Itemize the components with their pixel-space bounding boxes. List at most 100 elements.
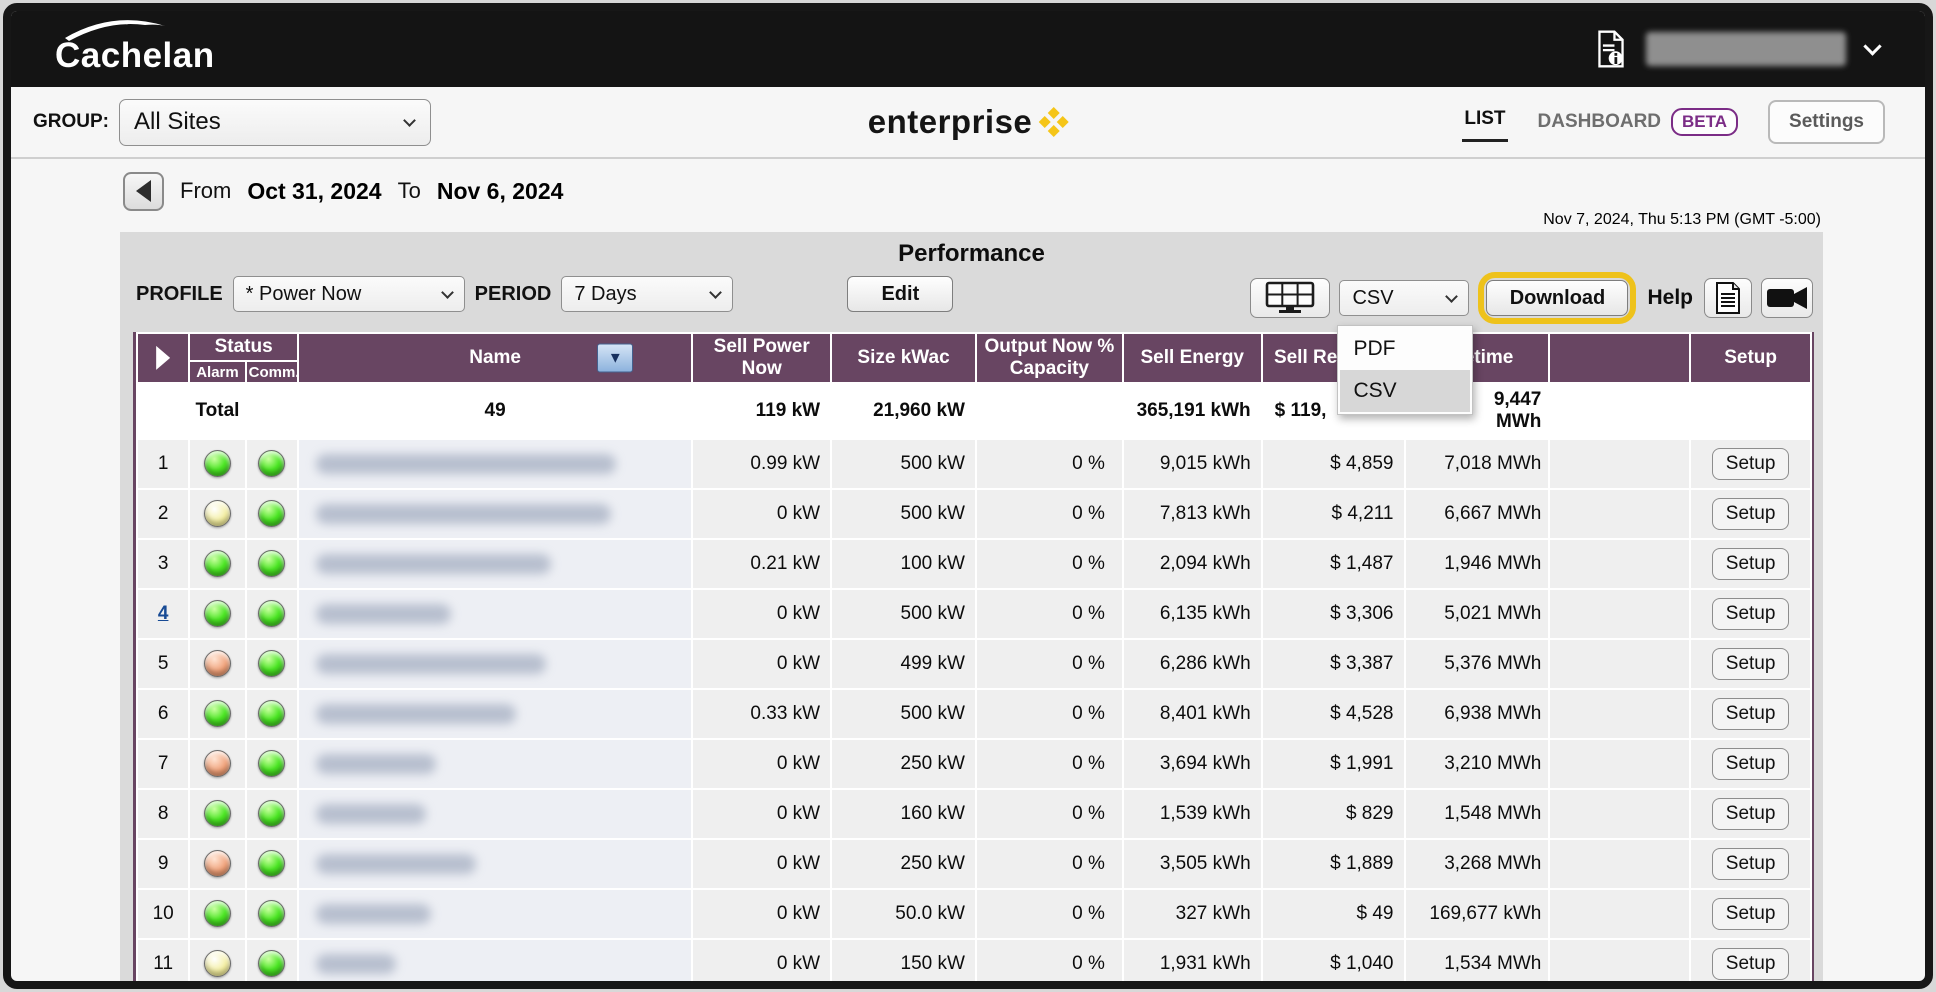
row-number: 8 <box>138 790 188 838</box>
topbar: Cachelan <box>11 11 1925 87</box>
size-cell: 100 kW <box>832 540 975 588</box>
setup-button[interactable]: Setup <box>1712 798 1790 830</box>
blank-cell <box>1550 490 1689 538</box>
size-cell: 50.0 kW <box>832 890 975 938</box>
setup-button[interactable]: Setup <box>1712 748 1790 780</box>
document-info-icon[interactable] <box>1596 30 1626 68</box>
format-select[interactable]: CSV <box>1339 280 1469 316</box>
site-name-cell[interactable] <box>299 840 691 888</box>
setup-button[interactable]: Setup <box>1712 948 1790 980</box>
setup-cell: Setup <box>1691 440 1810 488</box>
row-number: 2 <box>138 490 188 538</box>
row-number[interactable]: 4 <box>138 590 188 638</box>
format-option-csv[interactable]: CSV <box>1340 370 1470 412</box>
setup-cell: Setup <box>1691 640 1810 688</box>
sell-power-cell: 0 kW <box>693 490 830 538</box>
setup-button[interactable]: Setup <box>1712 498 1790 530</box>
table-view-button[interactable] <box>1250 278 1330 318</box>
table-row: 11 0 kW 150 kW 0 % 1,931 kWh $ 1,040 1,5… <box>138 940 1810 988</box>
name-header-label: Name <box>469 347 521 368</box>
account-name-blurred[interactable] <box>1646 32 1846 66</box>
chevron-down-icon <box>441 286 454 299</box>
lifetime-cell: 3,268 MWh <box>1406 840 1549 888</box>
setup-cell: Setup <box>1691 540 1810 588</box>
sell-energy-cell: 327 kWh <box>1124 890 1261 938</box>
to-label: To <box>398 178 421 204</box>
setup-cell: Setup <box>1691 790 1810 838</box>
site-name-cell[interactable] <box>299 590 691 638</box>
sell-revenue-cell: $ 3,387 <box>1263 640 1404 688</box>
setup-button[interactable]: Setup <box>1712 648 1790 680</box>
lifetime-cell: 5,376 MWh <box>1406 640 1549 688</box>
size-header: Size kWac <box>832 334 975 382</box>
blank-cell <box>1550 840 1689 888</box>
comm-led-icon <box>258 500 285 527</box>
profile-select[interactable]: * Power Now <box>233 276 465 312</box>
blank-cell <box>1550 440 1689 488</box>
setup-button[interactable]: Setup <box>1712 698 1790 730</box>
comm-led-icon <box>258 700 285 727</box>
comm-status-cell <box>247 890 297 938</box>
site-name-cell[interactable] <box>299 890 691 938</box>
site-name-cell[interactable] <box>299 940 691 988</box>
group-select[interactable]: All Sites <box>119 99 431 146</box>
period-select[interactable]: 7 Days <box>561 276 733 312</box>
sell-revenue-cell: $ 4,528 <box>1263 690 1404 738</box>
site-name-cell[interactable] <box>299 740 691 788</box>
lifetime-cell: 169,677 kWh <box>1406 890 1549 938</box>
tab-dashboard-label: DASHBOARD <box>1538 111 1662 133</box>
alarm-status-cell <box>190 640 244 688</box>
setup-button[interactable]: Setup <box>1712 598 1790 630</box>
total-setup-blank <box>1691 384 1810 438</box>
size-cell: 499 kW <box>832 640 975 688</box>
size-cell: 250 kW <box>832 740 975 788</box>
site-name-blurred <box>316 554 551 574</box>
site-name-cell[interactable] <box>299 540 691 588</box>
edit-button[interactable]: Edit <box>847 276 953 312</box>
row-number: 3 <box>138 540 188 588</box>
setup-cell: Setup <box>1691 690 1810 738</box>
row-number: 6 <box>138 690 188 738</box>
setup-button[interactable]: Setup <box>1712 848 1790 880</box>
tab-dashboard[interactable]: DASHBOARD BETA <box>1538 108 1739 136</box>
lifetime-cell: 3,210 MWh <box>1406 740 1549 788</box>
comm-status-cell <box>247 840 297 888</box>
alarm-led-icon <box>204 500 231 527</box>
panel-title: Performance <box>120 232 1823 268</box>
beta-badge: BETA <box>1671 108 1738 136</box>
alarm-status-cell <box>190 440 244 488</box>
date-navigation: From Oct 31, 2024 To Nov 6, 2024 <box>123 171 1925 211</box>
name-sort-button[interactable]: ▼ <box>597 343 633 372</box>
download-button[interactable]: Download <box>1486 280 1628 316</box>
site-name-cell[interactable] <box>299 640 691 688</box>
lifetime-cell: 7,018 MWh <box>1406 440 1549 488</box>
output-cell: 0 % <box>977 740 1122 788</box>
current-timestamp: Nov 7, 2024, Thu 5:13 PM (GMT -5:00) <box>11 211 1821 230</box>
output-cell: 0 % <box>977 540 1122 588</box>
sell-power-cell: 0.21 kW <box>693 540 830 588</box>
alarm-led-icon <box>204 800 231 827</box>
setup-button[interactable]: Setup <box>1712 448 1790 480</box>
panel-toolbar: PROFILE * Power Now PERIOD 7 Days Edit <box>120 272 1823 322</box>
tab-list[interactable]: LIST <box>1462 102 1507 142</box>
site-name-cell[interactable] <box>299 490 691 538</box>
setup-button[interactable]: Setup <box>1712 898 1790 930</box>
sell-energy-cell: 3,694 kWh <box>1124 740 1261 788</box>
site-name-cell[interactable] <box>299 690 691 738</box>
table-row: 8 0 kW 160 kW 0 % 1,539 kWh $ 829 1,548 … <box>138 790 1810 838</box>
setup-cell: Setup <box>1691 840 1810 888</box>
site-name-cell[interactable] <box>299 790 691 838</box>
format-option-pdf[interactable]: PDF <box>1340 328 1470 370</box>
setup-button[interactable]: Setup <box>1712 548 1790 580</box>
previous-period-button[interactable] <box>123 172 164 211</box>
alarm-status-cell <box>190 840 244 888</box>
settings-button[interactable]: Settings <box>1768 100 1885 144</box>
help-video-button[interactable] <box>1761 278 1813 318</box>
help-document-button[interactable] <box>1704 278 1752 318</box>
blank-cell <box>1550 740 1689 788</box>
site-name-blurred <box>316 954 396 974</box>
site-name-cell[interactable] <box>299 440 691 488</box>
profile-label: PROFILE <box>136 283 223 306</box>
table-row: 10 0 kW 50.0 kW 0 % 327 kWh $ 49 169,677… <box>138 890 1810 938</box>
account-chevron-down-icon[interactable] <box>1863 37 1881 55</box>
